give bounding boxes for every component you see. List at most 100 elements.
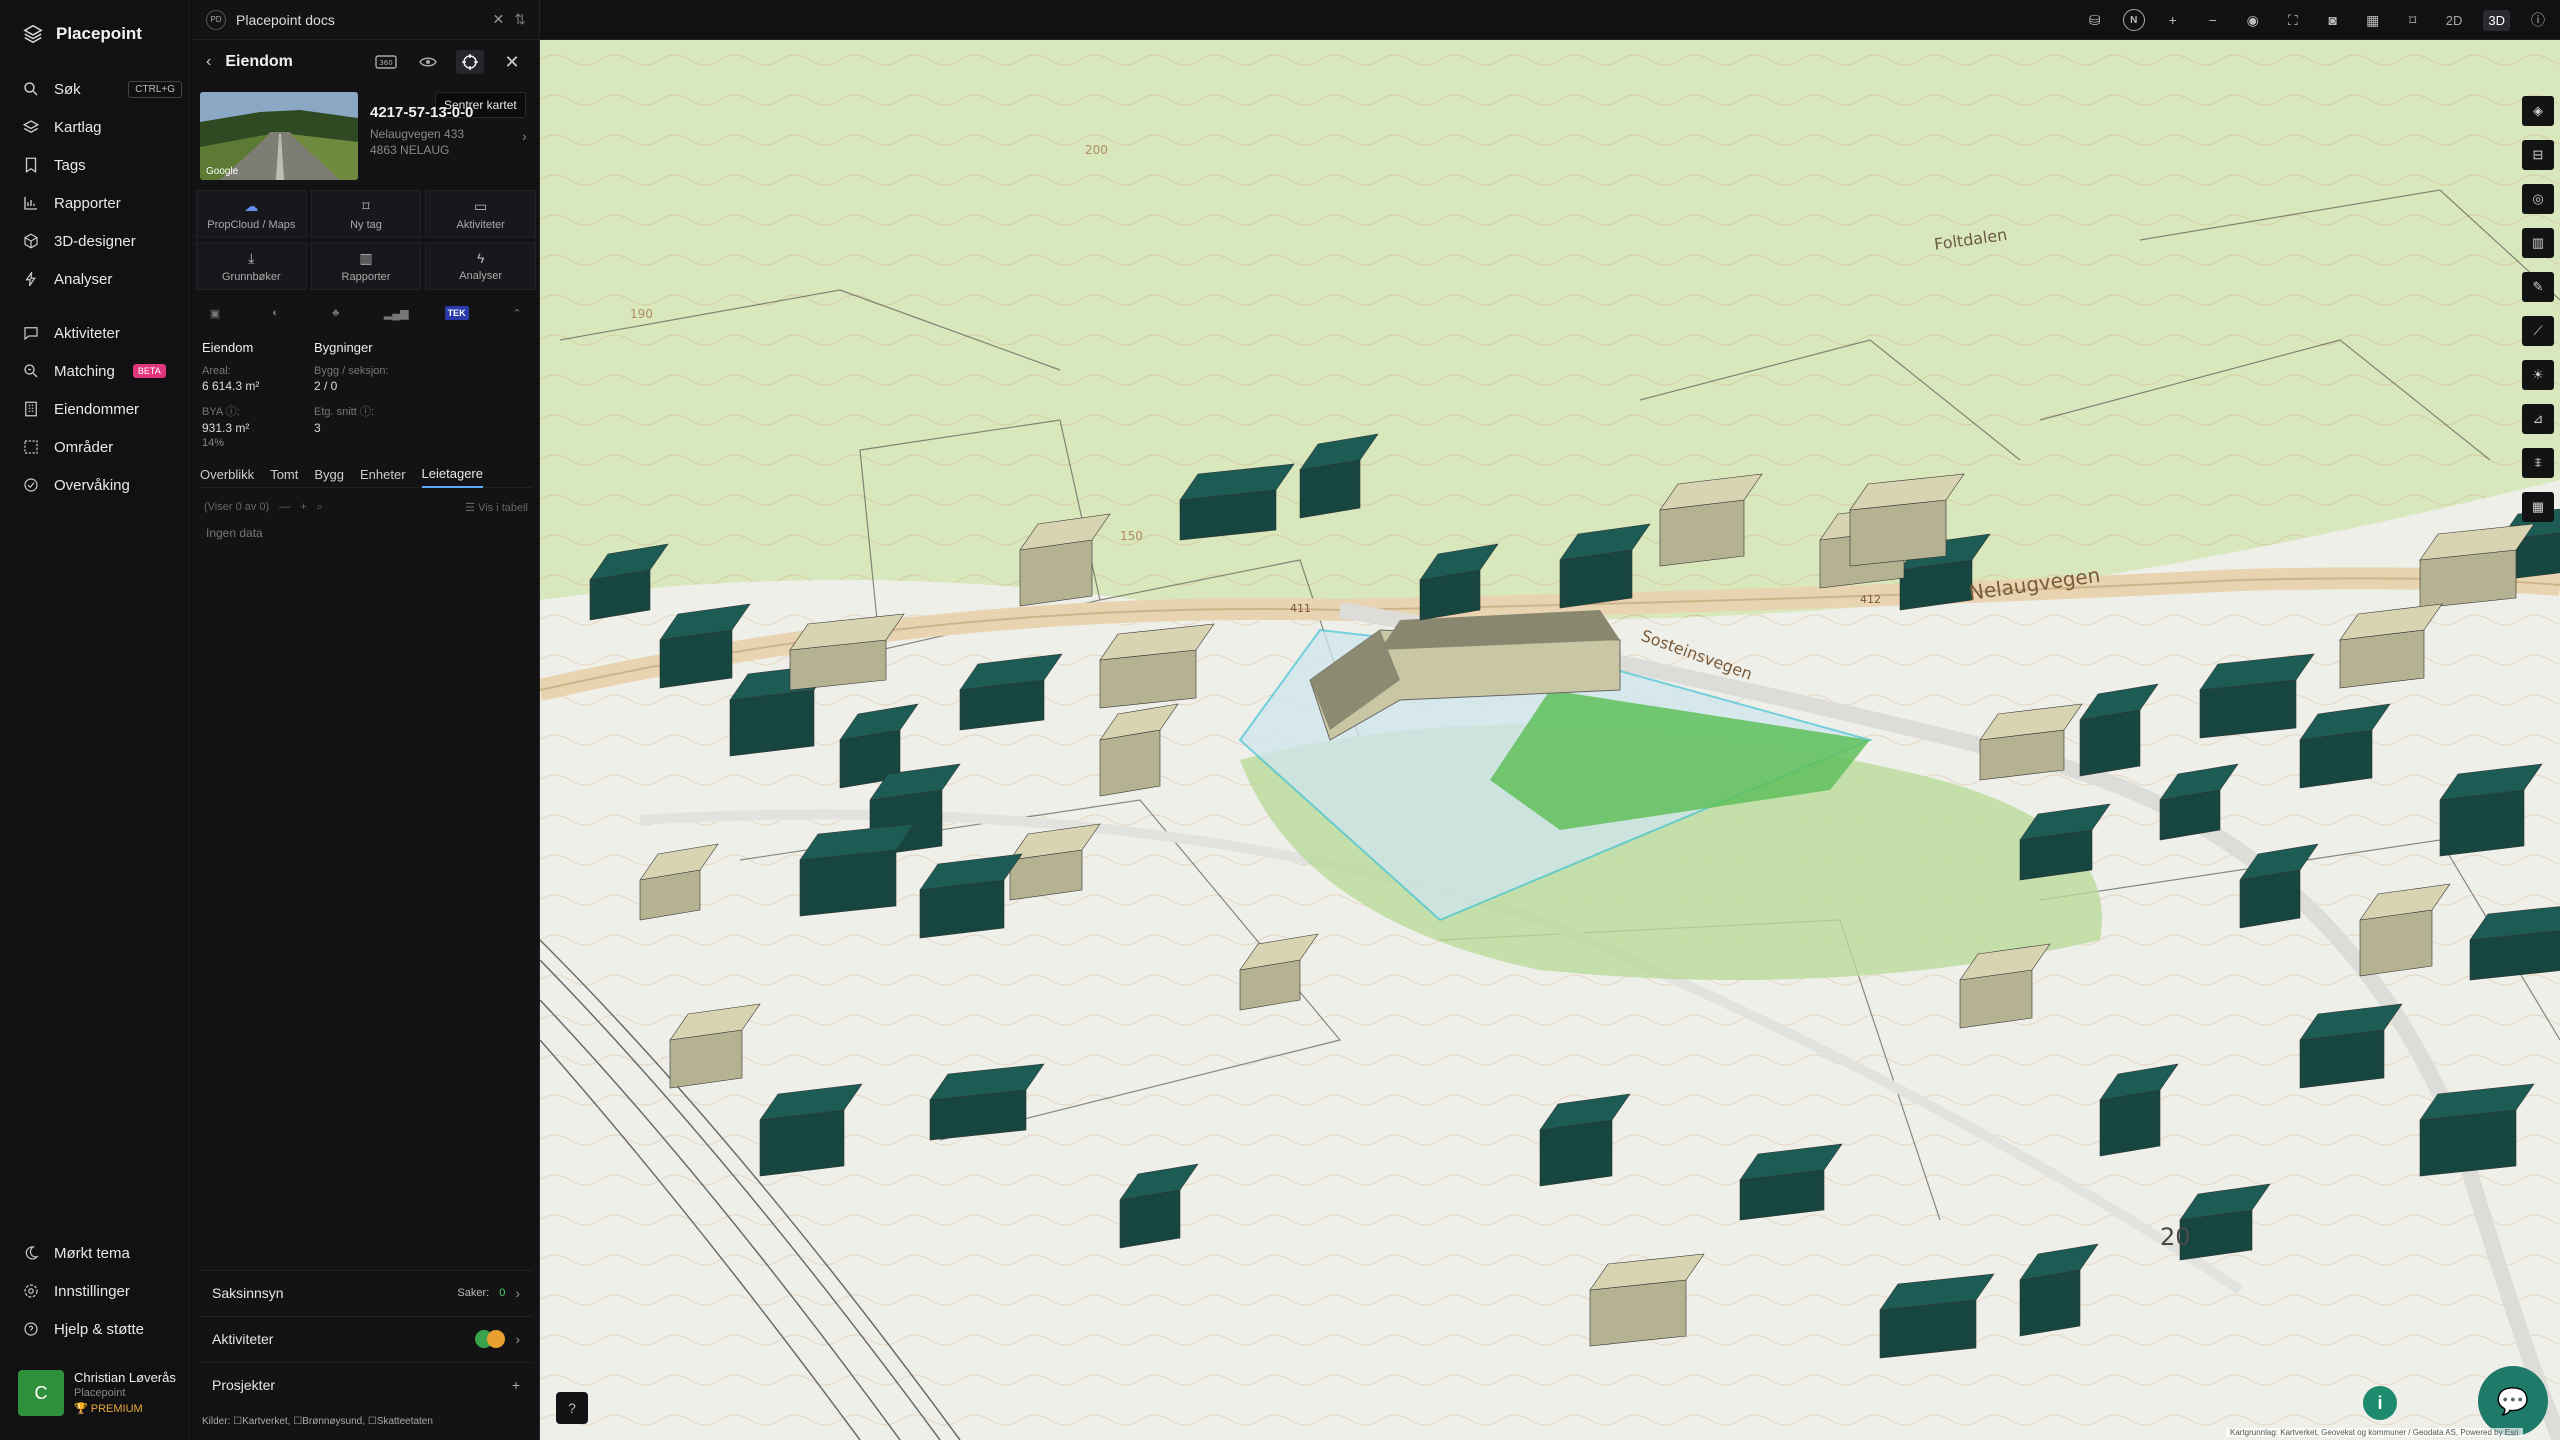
nav-item-3d-designer[interactable]: 3D-designer — [22, 226, 182, 256]
tab-leietagere[interactable]: Leietagere — [421, 460, 483, 488]
north-compass[interactable]: N — [2122, 9, 2145, 31]
center-map-icon[interactable] — [456, 50, 484, 74]
nav-item-help[interactable]: Hjelp & støtte — [22, 1314, 182, 1344]
chat-button[interactable]: 💬 — [2478, 1366, 2548, 1436]
stats-tool-icon[interactable]: ⊿ — [2522, 404, 2554, 434]
app-brand[interactable]: Placepoint — [22, 20, 142, 48]
download-icon: ⤓ — [248, 249, 255, 266]
section-saksinnsyn[interactable]: Saksinnsyn Saker: 0 › — [200, 1270, 532, 1314]
nav-item-settings[interactable]: Innstillinger — [22, 1276, 182, 1306]
property-summary[interactable]: 4217-57-13-0-0 Nelaugvegen 433 4863 NELA… — [370, 104, 530, 157]
back-icon[interactable]: ‹ — [206, 53, 211, 71]
action-grid: ☁ PropCloud / Maps ⌑ Ny tag ▭ Aktiviteter ⤓… — [196, 190, 536, 290]
area-icon — [24, 440, 38, 454]
plus-icon[interactable]: + — [300, 501, 306, 513]
nav-item-dark-theme[interactable]: Mørkt tema — [22, 1238, 182, 1268]
new-tag-button[interactable]: ⌑ Ny tag — [310, 190, 422, 238]
profile-tool-icon[interactable]: ⩨ — [2522, 448, 2554, 478]
building-wall — [2019, 1269, 2081, 1337]
reports-button[interactable]: ▥ Rapporter — [310, 242, 422, 290]
chevron-right-icon[interactable]: › — [522, 128, 527, 144]
layers-tool-icon[interactable]: ◈ — [2522, 96, 2554, 126]
grunnboker-button[interactable]: ⤓ Grunnbøker — [196, 242, 307, 290]
section-aktiviteter[interactable]: Aktiviteter › — [200, 1316, 532, 1360]
stat-value-etg: 3 — [314, 421, 321, 435]
street-view-photo[interactable]: Google — [200, 92, 358, 180]
analyses-button[interactable]: ϟ Analyser — [425, 242, 536, 290]
tab-bygg[interactable]: Bygg — [314, 460, 344, 488]
3d-view-icon[interactable]: 360 — [372, 50, 400, 74]
nav-item-analyser[interactable]: Analyser — [22, 264, 182, 294]
search-icon[interactable]: ⌕ — [317, 501, 323, 514]
more-icon[interactable]: ⌃ — [506, 303, 528, 323]
source-link[interactable]: ☐Brønnøysund, — [293, 1416, 365, 1427]
propcloud-button[interactable]: ☁ PropCloud / Maps — [196, 190, 307, 238]
bookmark-icon[interactable]: ⌑ — [2401, 8, 2425, 32]
tree-icon[interactable]: ♣ — [325, 303, 347, 323]
tab-overblikk[interactable]: Overblikk — [200, 460, 254, 488]
tab-enheter[interactable]: Enheter — [360, 460, 406, 488]
contour-label: 200 — [1085, 143, 1108, 157]
map-canvas[interactable]: Nelaugvegen Sosteinsvegen Foltdalen 20 2… — [540, 40, 2560, 1440]
stat-label: Bygg / seksjon: — [314, 365, 389, 377]
eye-icon[interactable]: ◉ — [2241, 8, 2265, 32]
bars-icon[interactable]: ▂▄▆ — [384, 303, 409, 323]
slope-tool-icon[interactable]: ⟋ — [2522, 316, 2554, 346]
map-side-tools: ◈ ⊟ ◎ ▥ ✎ ⟋ ☀ ⊿ ⩨ ▦ — [2522, 96, 2554, 522]
measure-tool-icon[interactable]: ⊟ — [2522, 140, 2554, 170]
chart-tool-icon[interactable]: ▥ — [2522, 228, 2554, 258]
zoom-in-icon[interactable]: + — [2161, 8, 2185, 32]
zoom-out-icon[interactable]: − — [2201, 8, 2225, 32]
workspace-name[interactable]: Placepoint docs — [236, 12, 483, 28]
nav-item-rapporter[interactable]: Rapporter — [22, 188, 182, 218]
close-panel-icon[interactable]: ✕ — [498, 50, 526, 74]
document-icon[interactable]: ▣ — [204, 303, 226, 323]
property-postal: 4863 NELAUG — [370, 143, 450, 157]
source-link[interactable]: ☐Skatteetaten — [368, 1416, 433, 1427]
nav-item-eiendommer[interactable]: Eiendommer — [22, 394, 182, 424]
nav-label: Hjelp & støtte — [54, 1320, 145, 1338]
section-prosjekter[interactable]: Prosjekter + — [200, 1362, 532, 1406]
sun-tool-icon[interactable]: ☀ — [2522, 360, 2554, 390]
nav-label: Mørkt tema — [54, 1244, 130, 1262]
user-profile[interactable]: C Christian Løverås Placepoint 🏆 PREMIUM — [18, 1370, 176, 1416]
mode-2d-button[interactable]: 2D — [2441, 10, 2468, 31]
globe-icon[interactable]: ◐ — [264, 303, 286, 323]
section-meta: › — [475, 1329, 520, 1348]
nav-item-kartlag[interactable]: Kartlag — [22, 112, 182, 142]
nav-item-overvaking[interactable]: Overvåking — [22, 470, 182, 500]
table-view-label: Vis i tabell — [478, 501, 528, 514]
grid-icon[interactable]: ▦ — [2361, 8, 2385, 32]
close-icon[interactable]: ✕ — [493, 11, 505, 28]
fullscreen-icon[interactable]: ⛶ — [2281, 8, 2305, 32]
nav-item-matching[interactable]: Matching BETA — [22, 356, 182, 386]
source-link[interactable]: ☐Kartverket, — [233, 1416, 290, 1427]
map-info-button[interactable]: i — [2363, 1386, 2397, 1420]
camera-icon[interactable]: ◙ — [2321, 8, 2345, 32]
stat-label: BYA ⓘ: — [202, 406, 240, 418]
minus-icon[interactable]: — — [279, 501, 290, 513]
info-icon[interactable]: ⓘ — [2526, 8, 2550, 32]
draw-tool-icon[interactable]: ✎ — [2522, 272, 2554, 302]
grid-tool-icon[interactable]: ▦ — [2522, 492, 2554, 522]
tab-tomt[interactable]: Tomt — [270, 460, 298, 488]
chevron-right-icon: › — [515, 1330, 520, 1347]
table-view-button[interactable]: ☰ Vis i tabell — [465, 501, 528, 514]
add-project-icon[interactable]: + — [512, 1377, 520, 1393]
tek-button[interactable]: TEK — [444, 303, 469, 323]
nav-label: Kartlag — [54, 118, 102, 136]
mode-3d-button[interactable]: 3D — [2483, 9, 2510, 31]
nav-item-aktiviteter[interactable]: Aktiviteter — [22, 318, 182, 348]
layers-stack-icon[interactable]: ⛁ — [2083, 8, 2107, 32]
nav-item-tags[interactable]: Tags — [22, 150, 182, 180]
nav-item-search[interactable]: Søk CTRL+G — [22, 74, 182, 104]
cloud-icon: ☁ — [244, 197, 259, 214]
activities-button[interactable]: ▭ Aktiviteter — [425, 190, 536, 238]
eye-icon[interactable] — [414, 50, 442, 74]
expand-icon[interactable]: ⇅ — [514, 11, 526, 28]
nav-item-omrader[interactable]: Områder — [22, 432, 182, 462]
help-button[interactable]: ? — [556, 1392, 588, 1424]
view-tool-icon[interactable]: ◎ — [2522, 184, 2554, 214]
chevron-right-icon: › — [515, 1284, 520, 1301]
stat-heading-property: Eiendom — [202, 340, 254, 355]
